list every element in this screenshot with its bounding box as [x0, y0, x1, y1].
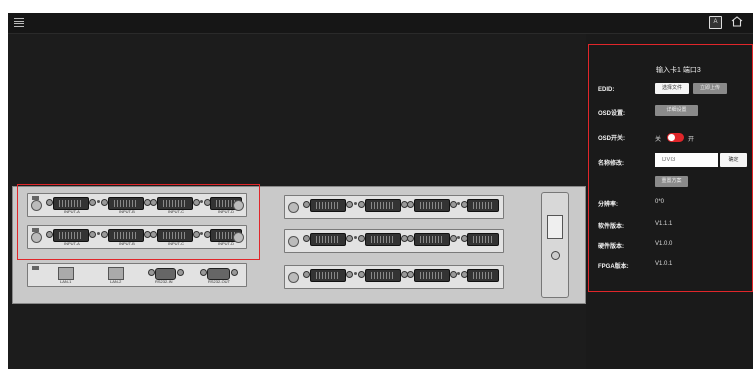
control-display	[547, 215, 563, 239]
confirm-button[interactable]: 确定	[720, 153, 747, 167]
screw-icon	[288, 202, 299, 213]
app-window: A INPUT-A INPUT-B INPUT-C INPUT-D INPUT-…	[8, 13, 753, 369]
software-version-value: V1.1.1	[655, 221, 673, 227]
port-label: INPUT-B	[119, 241, 135, 246]
screw-icon	[233, 200, 244, 211]
top-bar: A	[8, 13, 753, 34]
port-label: INPUT-D	[218, 209, 234, 214]
port-label: INPUT-C	[168, 209, 184, 214]
port-output-a[interactable]	[310, 269, 346, 282]
port-label: INPUT-C	[168, 241, 184, 246]
screw-icon	[31, 232, 42, 243]
fpga-version-label: FPGA版本:	[598, 264, 629, 270]
name-edit-label: 名称修改:	[598, 161, 624, 167]
hardware-version-label: 硬件版本:	[598, 244, 624, 250]
device-canvas: INPUT-A INPUT-B INPUT-C INPUT-D INPUT-A …	[8, 34, 586, 369]
port-output-b[interactable]	[365, 233, 401, 246]
osd-on-label: 开	[688, 137, 695, 143]
screw-icon	[233, 232, 244, 243]
select-file-button[interactable]: 选择文件	[655, 83, 689, 94]
port-label: LAN-1	[60, 279, 72, 284]
device-chassis: INPUT-A INPUT-B INPUT-C INPUT-D INPUT-A …	[12, 186, 586, 304]
screw-icon	[288, 272, 299, 283]
resolution-label: 分辨率:	[598, 202, 618, 208]
screw-icon	[31, 200, 42, 211]
input-card-2[interactable]: INPUT-A INPUT-B INPUT-C INPUT-D	[27, 225, 247, 249]
port-output-a[interactable]	[310, 199, 346, 212]
software-version-label: 软件版本:	[598, 224, 624, 230]
osd-settings-label: OSD设置:	[598, 111, 626, 117]
port-output-c[interactable]	[414, 233, 450, 246]
menu-icon[interactable]	[14, 18, 24, 27]
port-label: INPUT-D	[218, 241, 234, 246]
port-output-a[interactable]	[310, 233, 346, 246]
port-output-c[interactable]	[414, 269, 450, 282]
upload-now-button[interactable]: 立即上传	[693, 83, 727, 94]
port-label: INPUT-B	[119, 209, 135, 214]
control-card[interactable]: LAN-1 LAN-2 RS232-IN RS232-OUT	[27, 263, 247, 287]
port-label: RS232-OUT	[208, 279, 231, 284]
output-card-1[interactable]	[284, 195, 504, 219]
port-label: LAN-2	[110, 279, 122, 284]
reset-button[interactable]: 重置方案	[655, 176, 688, 187]
osd-switch-label: OSD开关:	[598, 136, 626, 142]
port-label: INPUT-A	[64, 241, 80, 246]
fpga-version-value: V1.0.1	[655, 261, 673, 267]
resolution-value: 0*0	[655, 199, 665, 205]
power-button[interactable]	[551, 251, 560, 260]
home-icon[interactable]	[731, 16, 743, 29]
port-output-b[interactable]	[365, 199, 401, 212]
control-module[interactable]	[541, 192, 569, 298]
top-right-icons: A	[709, 16, 743, 29]
port-output-c[interactable]	[414, 199, 450, 212]
output-card-2[interactable]	[284, 229, 504, 253]
port-label: RS232-IN	[155, 279, 173, 284]
output-card-3[interactable]	[284, 265, 504, 289]
properties-panel: 输入卡1 端口3 EDID: 选择文件 立即上传 OSD设置: 详细设置 OSD…	[588, 44, 753, 292]
osd-toggle[interactable]	[667, 133, 684, 142]
hardware-version-value: V1.0.0	[655, 241, 673, 247]
edid-label: EDID:	[598, 87, 615, 93]
port-output-b[interactable]	[365, 269, 401, 282]
port-output-d[interactable]	[467, 269, 499, 282]
port-output-d[interactable]	[467, 199, 499, 212]
detail-settings-button[interactable]: 详细设置	[655, 105, 698, 116]
panel-title: 输入卡1 端口3	[656, 67, 701, 74]
language-icon[interactable]: A	[709, 16, 722, 29]
input-card-1[interactable]: INPUT-A INPUT-B INPUT-C INPUT-D	[27, 193, 247, 217]
screw-icon	[288, 236, 299, 247]
name-input[interactable]	[655, 153, 718, 167]
port-output-d[interactable]	[467, 233, 499, 246]
port-label: INPUT-A	[64, 209, 80, 214]
osd-off-label: 关	[655, 137, 662, 143]
